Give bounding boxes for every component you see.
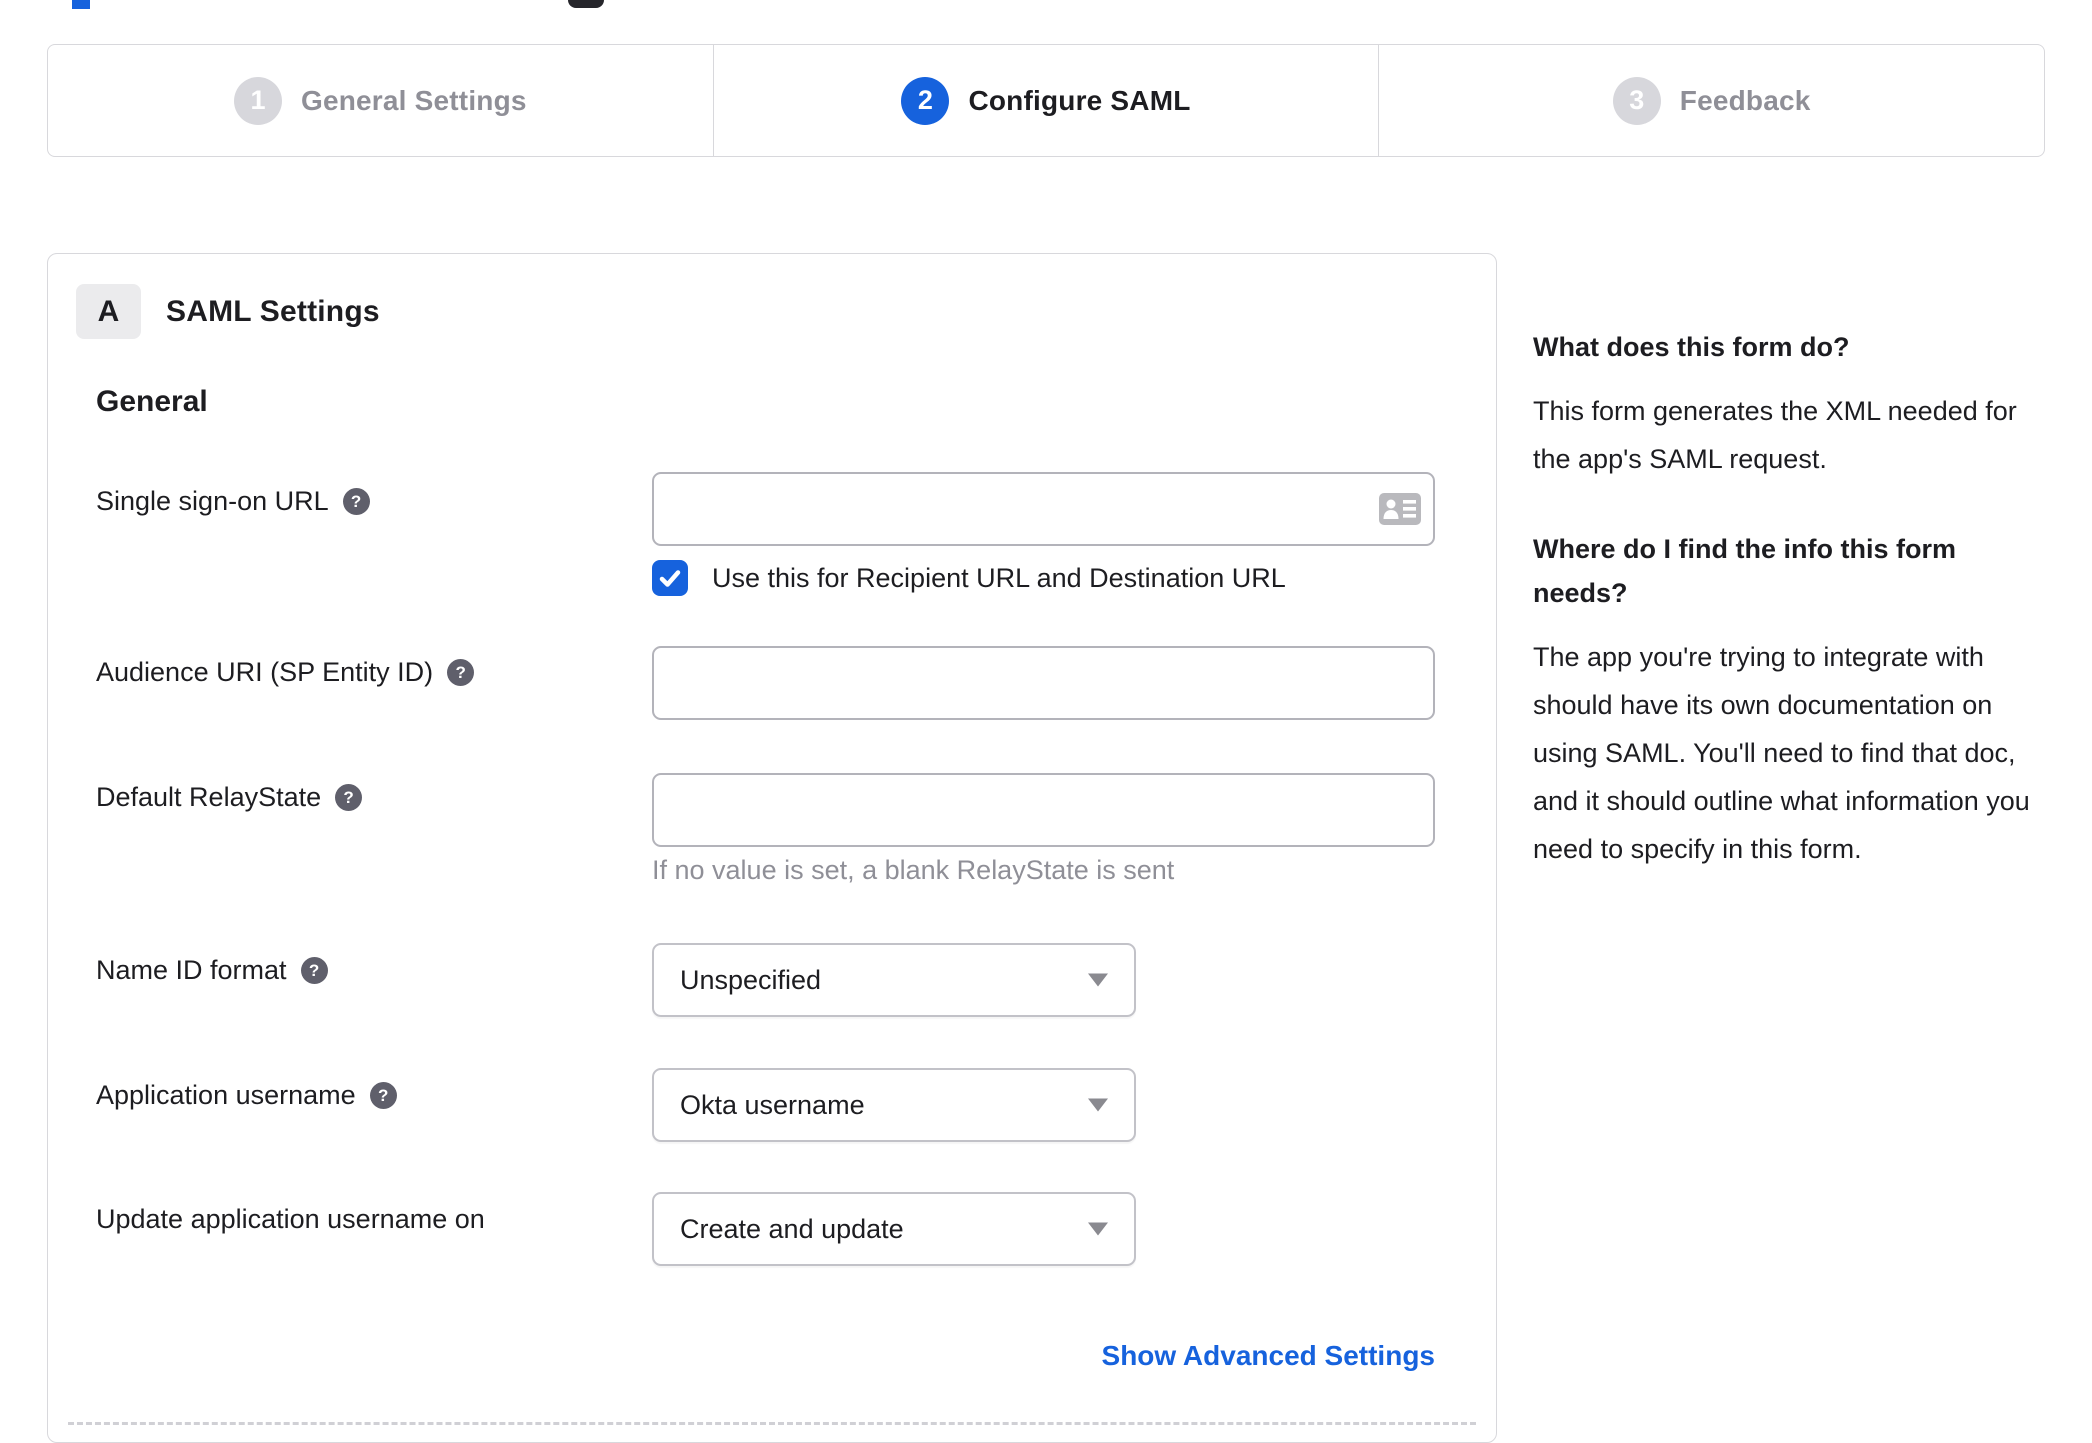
caret-down-icon	[1088, 973, 1108, 987]
update-username-value: Create and update	[680, 1213, 904, 1244]
caret-down-icon	[1088, 1098, 1108, 1112]
help-sidebar: What does this form do? This form genera…	[1533, 325, 2038, 917]
audience-uri-input[interactable]	[652, 646, 1435, 720]
checkmark-icon	[659, 570, 681, 587]
audience-uri-label: Audience URI (SP Entity ID)	[96, 657, 434, 687]
app-username-select[interactable]: Okta username	[652, 1068, 1136, 1142]
help-icon[interactable]: ?	[447, 659, 475, 686]
step-label: Configure SAML	[968, 84, 1191, 116]
caret-down-icon	[1088, 1222, 1108, 1236]
relay-state-input[interactable]	[652, 773, 1435, 847]
recipient-url-checkbox-row: Use this for Recipient URL and Destinati…	[652, 560, 1286, 596]
step-label: Feedback	[1679, 84, 1811, 116]
general-section-heading: General	[96, 385, 208, 418]
name-id-format-value: Unspecified	[680, 964, 822, 995]
saml-settings-panel: A SAML Settings General Single sign-on U…	[47, 253, 1497, 1443]
help-icon[interactable]: ?	[342, 488, 370, 515]
step-number-badge: 3	[1612, 76, 1661, 125]
help-icon[interactable]: ?	[300, 957, 328, 984]
step-general-settings[interactable]: 1 General Settings	[48, 45, 713, 156]
relay-state-label-row: Default RelayState ?	[96, 782, 363, 813]
step-configure-saml[interactable]: 2 Configure SAML	[712, 45, 1379, 156]
section-divider-dashed	[68, 1422, 1476, 1425]
help-answer-1: This form generates the XML needed for t…	[1533, 396, 2017, 474]
show-advanced-settings-link[interactable]: Show Advanced Settings	[652, 1340, 1435, 1372]
recipient-url-checkbox[interactable]	[652, 560, 688, 596]
relay-state-hint: If no value is set, a blank RelayState i…	[652, 855, 1175, 885]
clipped-header-fragment-dark	[568, 0, 604, 8]
name-id-format-label-row: Name ID format ?	[96, 955, 328, 986]
help-question-1: What does this form do?	[1533, 332, 1850, 362]
update-username-label: Update application username on	[96, 1204, 485, 1234]
relay-state-label: Default RelayState	[96, 782, 322, 812]
app-username-value: Okta username	[680, 1089, 865, 1120]
audience-uri-label-row: Audience URI (SP Entity ID) ?	[96, 657, 475, 688]
contact-card-icon[interactable]	[1379, 493, 1421, 525]
app-username-label-row: Application username ?	[96, 1080, 397, 1111]
step-number-badge: 1	[233, 76, 282, 125]
sso-url-label: Single sign-on URL	[96, 486, 329, 516]
recipient-url-checkbox-label: Use this for Recipient URL and Destinati…	[712, 562, 1286, 593]
clipped-header-fragment-blue	[72, 0, 90, 9]
panel-title: SAML Settings	[166, 295, 380, 328]
name-id-format-label: Name ID format	[96, 955, 287, 985]
step-label: General Settings	[300, 84, 527, 116]
sso-url-label-row: Single sign-on URL ?	[96, 486, 370, 517]
update-username-label-row: Update application username on	[96, 1204, 485, 1235]
help-icon[interactable]: ?	[335, 784, 363, 811]
help-icon[interactable]: ?	[369, 1082, 397, 1109]
section-a-badge: A	[76, 284, 141, 339]
sso-url-input-wrap	[652, 472, 1435, 546]
step-number-badge: 2	[901, 76, 950, 125]
help-question-2: Where do I find the info this form needs…	[1533, 534, 1956, 608]
name-id-format-select[interactable]: Unspecified	[652, 943, 1136, 1017]
app-username-label: Application username	[96, 1080, 356, 1110]
sso-url-input[interactable]	[652, 472, 1435, 546]
wizard-stepper: 1 General Settings 2 Configure SAML 3 Fe…	[47, 44, 2045, 157]
step-feedback[interactable]: 3 Feedback	[1378, 45, 2044, 156]
update-username-select[interactable]: Create and update	[652, 1192, 1136, 1266]
help-answer-2: The app you're trying to integrate with …	[1533, 642, 2030, 864]
